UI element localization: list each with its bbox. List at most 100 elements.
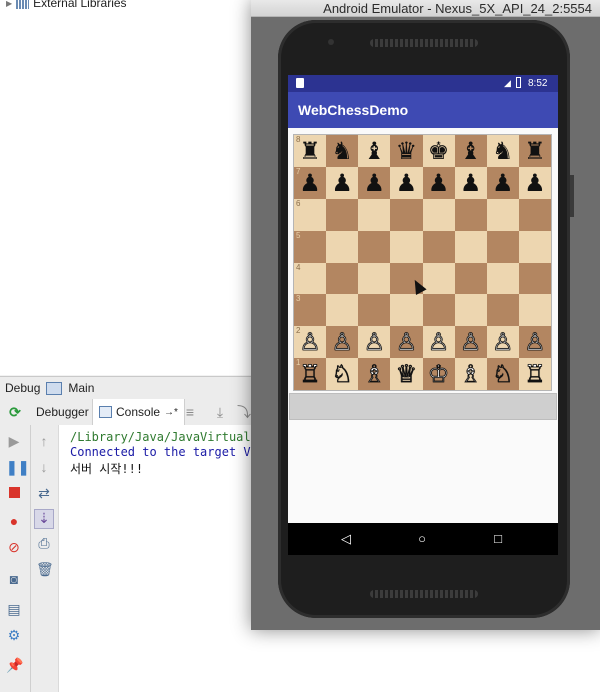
board-square[interactable] [390,294,423,327]
board-square[interactable] [486,294,519,327]
board-square[interactable] [390,230,423,263]
board-square[interactable]: ♟ [422,166,455,199]
board-square[interactable]: ♟ [454,166,487,199]
board-square[interactable] [326,262,359,295]
board-square[interactable]: ♙ [454,326,487,359]
white-queen-icon[interactable]: ♕ [395,362,417,387]
resume-icon[interactable]: ▶ [6,433,22,449]
black-knight-icon[interactable]: ♞ [492,139,514,163]
black-pawn-icon[interactable]: ♟ [428,171,450,195]
board-square[interactable] [390,198,423,231]
run-config-name[interactable]: Main [68,381,94,395]
board-square[interactable]: 1 ♖ [294,358,327,390]
black-pawn-icon[interactable]: ♟ [460,171,482,195]
board-square[interactable] [486,262,519,295]
board-square[interactable]: 5 [294,230,327,263]
board-square[interactable] [358,230,391,263]
project-tree-item-external-libraries[interactable]: ▶ External Libraries [6,0,127,10]
board-square[interactable]: ♞ [486,135,519,167]
board-square[interactable] [486,230,519,263]
board-square[interactable] [454,198,487,231]
black-pawn-icon[interactable]: ♟ [364,171,386,195]
white-pawn-icon[interactable]: ♙ [460,330,482,355]
board-square[interactable]: ♙ [486,326,519,359]
clear-all-icon[interactable]: 🗑 [36,561,54,577]
white-pawn-icon[interactable]: ♙ [395,330,417,355]
show-execution-point-icon[interactable]: ≡ [182,404,198,420]
board-square[interactable] [518,294,551,327]
board-square[interactable]: 7 ♟ [294,166,327,199]
board-square[interactable] [454,294,487,327]
down-arrow-icon[interactable]: ↓ [36,459,52,475]
view-breakpoints-icon[interactable]: ● [6,513,22,529]
white-knight-icon[interactable]: ♘ [331,362,353,387]
black-pawn-icon[interactable]: ♟ [331,171,353,195]
step-into-icon[interactable]: ⤵ [236,404,252,420]
step-over-icon[interactable]: ⤓ [212,404,228,420]
white-bishop-icon[interactable]: ♗ [363,362,385,387]
board-square[interactable]: ♕ [390,358,423,390]
board-square[interactable] [422,294,455,327]
board-square[interactable]: ♘ [326,358,359,390]
board-square[interactable]: ♟ [326,166,359,199]
board-square[interactable]: ♛ [390,135,423,167]
white-king-icon[interactable]: ♔ [427,362,449,387]
board-square[interactable]: ♟ [518,166,551,199]
pin-icon[interactable]: 📌 [6,657,23,673]
phone-side-button[interactable] [570,175,574,217]
button-area[interactable] [289,393,557,420]
board-square[interactable] [422,198,455,231]
board-square[interactable]: ♗ [358,358,391,390]
tab-debugger[interactable]: Debugger [30,399,95,425]
recents-icon[interactable]: □ [490,531,506,547]
board-square[interactable] [454,262,487,295]
expand-arrow-icon[interactable]: ▶ [6,0,12,8]
black-rook-icon[interactable]: ♜ [524,139,546,163]
pause-icon[interactable]: ❚❚ [6,459,29,475]
board-square[interactable] [358,262,391,295]
back-icon[interactable]: ◁ [338,531,354,547]
board-square[interactable]: 3 [294,294,327,327]
print-icon[interactable]: ⎙ [36,535,52,551]
scroll-to-end-icon[interactable]: ⇣ [34,509,54,529]
black-bishop-icon[interactable]: ♝ [364,139,386,163]
black-pawn-icon[interactable]: ♟ [299,171,321,195]
board-square[interactable]: ♙ [518,326,551,359]
board-square[interactable]: ♖ [518,358,551,390]
settings-gear-icon[interactable]: ⚙ [6,627,22,643]
chess-board[interactable]: 8 ♜ ♞ ♝ ♛ ♚ ♝ ♞ ♜ 7 ♟ ♟ ♟ ♟ ♟ ♟ ♟ ♟ 6 5 4 3 2 ♙ ♙ ♙ ♙ ♙ ♙ ♙ ♙ 1 ♖ ♘ ♗ ♕ ♔ ♗ ♘ ♖ [294,135,551,390]
board-square[interactable]: ♚ [422,135,455,167]
board-square[interactable] [358,198,391,231]
white-pawn-icon[interactable]: ♙ [492,330,514,355]
white-pawn-icon[interactable]: ♙ [331,330,353,355]
white-knight-icon[interactable]: ♘ [492,362,514,387]
board-square[interactable] [358,294,391,327]
up-arrow-icon[interactable]: ↑ [36,433,52,449]
black-queen-icon[interactable]: ♛ [396,139,418,163]
get-thread-dump-icon[interactable]: ◙ [6,571,22,587]
black-pawn-icon[interactable]: ♟ [492,171,514,195]
white-rook-icon[interactable]: ♖ [524,362,546,387]
board-square[interactable]: ♗ [454,358,487,390]
restore-layout-icon[interactable]: ▤ [6,601,22,617]
black-bishop-icon[interactable]: ♝ [460,139,482,163]
black-pawn-icon[interactable]: ♟ [396,171,418,195]
board-square[interactable]: ♔ [422,358,455,390]
white-pawn-icon[interactable]: ♙ [524,330,546,355]
board-square[interactable] [422,262,455,295]
board-square[interactable]: 6 [294,198,327,231]
white-pawn-icon[interactable]: ♙ [299,330,321,355]
board-square[interactable]: ♟ [390,166,423,199]
black-knight-icon[interactable]: ♞ [331,139,353,163]
board-square[interactable]: ♝ [454,135,487,167]
board-square[interactable]: ♙ [358,326,391,359]
board-square[interactable]: 2 ♙ [294,326,327,359]
board-square[interactable] [518,198,551,231]
white-bishop-icon[interactable]: ♗ [460,362,482,387]
white-pawn-icon[interactable]: ♙ [427,330,449,355]
board-square[interactable] [518,230,551,263]
board-square[interactable]: ♞ [326,135,359,167]
stop-icon[interactable] [6,485,22,501]
board-square[interactable]: ♟ [358,166,391,199]
black-pawn-icon[interactable]: ♟ [524,171,546,195]
